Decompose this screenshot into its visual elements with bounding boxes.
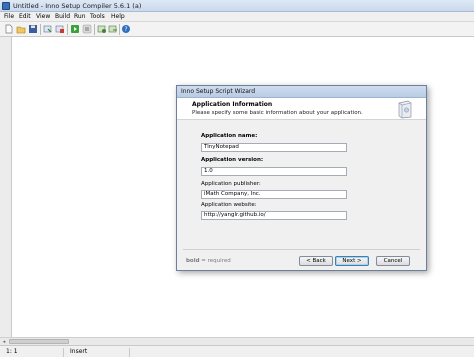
- save-icon[interactable]: [28, 24, 38, 34]
- toolbar-separator: [119, 24, 120, 35]
- app-name-label: Application name:: [201, 133, 258, 139]
- app-version-label: Application version:: [201, 157, 264, 163]
- toolbar-separator: [94, 24, 95, 35]
- menu-view[interactable]: View: [36, 13, 50, 20]
- target-setup-icon[interactable]: [97, 24, 107, 34]
- status-position: 1: 1: [6, 348, 64, 357]
- footer-divider: [183, 249, 420, 250]
- target-uninstall-icon[interactable]: [108, 24, 118, 34]
- help-icon[interactable]: ?: [121, 24, 131, 34]
- menu-run[interactable]: Run: [74, 13, 86, 20]
- toolbar: ?: [0, 22, 474, 37]
- app-website-field[interactable]: http://yanglr.github.io/: [201, 211, 347, 220]
- page-title: Application Information: [192, 101, 273, 108]
- dialog-header: Application Information Please specify s…: [177, 98, 426, 120]
- stop-compile-icon[interactable]: [55, 24, 65, 34]
- app-publisher-field[interactable]: iMath Company, Inc.: [201, 190, 347, 199]
- app-name-field[interactable]: TinyNotepad: [201, 143, 347, 152]
- back-button[interactable]: < Back: [299, 256, 333, 266]
- pause-icon[interactable]: [82, 24, 92, 34]
- cancel-button[interactable]: Cancel: [376, 256, 410, 266]
- app-publisher-label: Application publisher:: [201, 181, 261, 187]
- script-wizard-dialog: Inno Setup Script Wizard Application Inf…: [176, 85, 427, 271]
- menu-help[interactable]: Help: [111, 13, 125, 20]
- required-legend: bold = required: [186, 258, 231, 264]
- horizontal-scrollbar[interactable]: ◂: [0, 337, 474, 345]
- toolbar-separator: [67, 24, 68, 35]
- run-icon[interactable]: [70, 24, 80, 34]
- app-website-label: Application website:: [201, 202, 257, 208]
- app-version-field[interactable]: 1.0: [201, 167, 347, 176]
- wizard-setup-icon: [395, 100, 413, 119]
- status-mode: Insert: [70, 348, 130, 357]
- compile-icon[interactable]: [43, 24, 53, 34]
- menu-tools[interactable]: Tools: [90, 13, 105, 20]
- new-file-icon[interactable]: [4, 24, 14, 34]
- app-icon: [2, 2, 10, 10]
- window-titlebar: Untitled - Inno Setup Compiler 5.6.1 (a): [0, 0, 474, 12]
- toolbar-separator: [40, 24, 41, 35]
- legend-rest: = required: [199, 258, 231, 264]
- window-title: Untitled - Inno Setup Compiler 5.6.1 (a): [13, 2, 142, 10]
- dialog-title: Inno Setup Script Wizard: [181, 88, 256, 95]
- dialog-titlebar: Inno Setup Script Wizard: [177, 86, 426, 98]
- menu-bar: File Edit View Build Run Tools Help: [0, 12, 474, 22]
- legend-bold: bold: [186, 258, 200, 264]
- next-button[interactable]: Next >: [335, 256, 369, 266]
- menu-edit[interactable]: Edit: [19, 13, 31, 20]
- open-folder-icon[interactable]: [16, 24, 26, 34]
- status-bar: 1: 1 Insert: [0, 345, 474, 357]
- editor-gutter: [0, 37, 12, 337]
- menu-file[interactable]: File: [4, 13, 14, 20]
- menu-build[interactable]: Build: [55, 13, 70, 20]
- page-subtitle: Please specify some basic information ab…: [192, 110, 363, 116]
- scrollbar-thumb[interactable]: [9, 339, 69, 344]
- svg-text:?: ?: [124, 26, 127, 33]
